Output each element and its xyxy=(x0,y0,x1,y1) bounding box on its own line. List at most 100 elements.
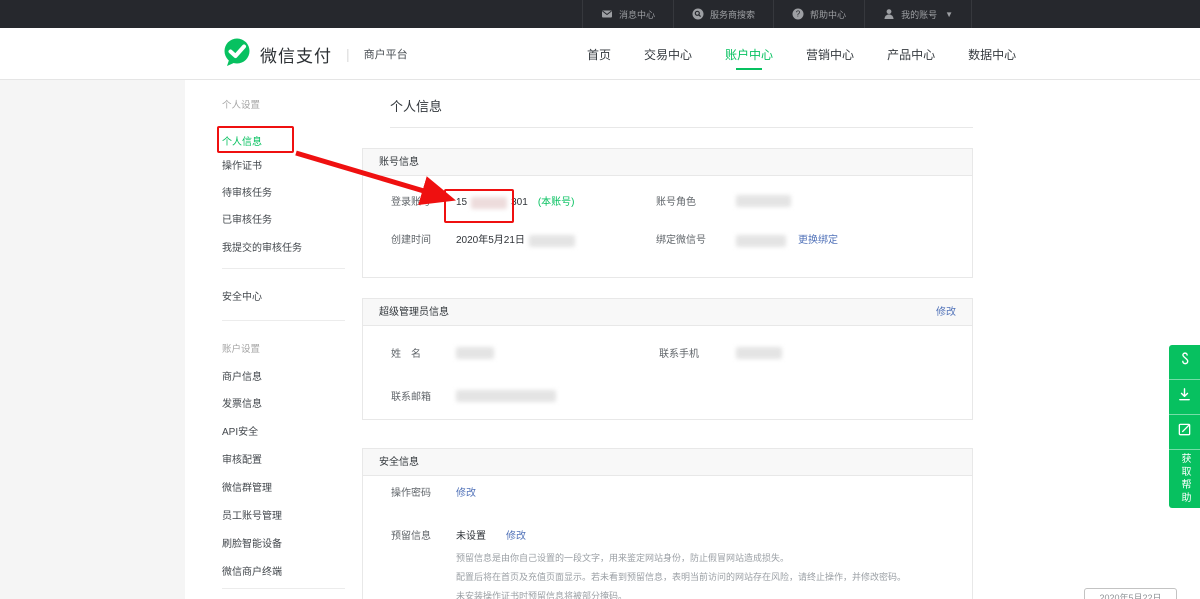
account-info-header: 账号信息 xyxy=(363,149,972,176)
security-row-1: 操作密码 修改 xyxy=(363,486,972,502)
sidebar-item-invoice-info[interactable]: 发票信息 xyxy=(222,395,262,410)
topbar-item-help-center[interactable]: ? 帮助中心 xyxy=(773,0,864,28)
edit-reserved-info-link[interactable]: 修改 xyxy=(506,529,526,545)
security-row-2: 预留信息 未设置 修改 xyxy=(363,529,972,545)
redacted-email xyxy=(456,390,556,402)
contact-phone-value xyxy=(736,347,782,359)
sidebar-divider xyxy=(222,320,345,321)
admin-row-2: 联系邮箱 xyxy=(363,390,972,406)
account-role-label: 账号角色 xyxy=(656,195,696,211)
account-role-value xyxy=(736,195,791,207)
date-badge: 2020年5月22日 xyxy=(1084,588,1177,599)
sidebar-item-review-config[interactable]: 审核配置 xyxy=(222,451,262,466)
sidebar-item-wechat-merchant-terminal[interactable]: 微信商户终端 xyxy=(222,563,282,578)
topbar-item-messages[interactable]: 消息中心 xyxy=(582,0,673,28)
sidebar: 个人设置 个人信息 操作证书 待审核任务 已审核任务 我提交的审核任务 安全中心… xyxy=(185,80,345,599)
login-account-value: 15301 (本账号) xyxy=(456,195,574,211)
super-admin-title: 超级管理员信息 xyxy=(379,307,449,318)
logo-subtitle: 商户平台 xyxy=(364,46,408,62)
super-admin-section: 超级管理员信息 修改 姓 名 联系手机 联系邮箱 xyxy=(362,298,973,420)
sidebar-item-security-center[interactable]: 安全中心 xyxy=(222,288,262,303)
reserved-info-value: 未设置 xyxy=(456,529,486,545)
sidebar-item-pending-review-tasks[interactable]: 待审核任务 xyxy=(222,184,272,199)
help-icon: ? xyxy=(792,8,804,20)
account-row-1: 登录账号 15301 (本账号) 账号角色 xyxy=(363,195,972,211)
sidebar-item-personal-info[interactable]: 个人信息 xyxy=(222,133,262,148)
logo[interactable]: 微信支付 | 商户平台 xyxy=(222,28,408,80)
sidebar-item-wechat-group-management[interactable]: 微信群管理 xyxy=(222,479,272,494)
user-icon xyxy=(883,8,895,20)
nav-item-marketing-center[interactable]: 营销中心 xyxy=(806,28,854,80)
sidebar-divider xyxy=(222,268,345,269)
svg-text:?: ? xyxy=(796,10,801,19)
admin-row-1: 姓 名 联系手机 xyxy=(363,347,972,363)
contact-service-button[interactable] xyxy=(1169,345,1200,380)
topbar: 消息中心 服务商搜索 ? 帮助中心 我的账号 ▼ xyxy=(0,0,1200,28)
created-date: 2020年5月21日 xyxy=(456,233,525,249)
redacted-role xyxy=(736,195,791,207)
operation-password-label: 操作密码 xyxy=(391,486,431,502)
header: 微信支付 | 商户平台 首页 交易中心 账户中心 营销中心 产品中心 数据中心 xyxy=(0,28,1200,80)
edit-password-link[interactable]: 修改 xyxy=(456,486,476,502)
security-info-section: 安全信息 操作密码 修改 预留信息 未设置 修改 预留信息是由你自己设置的一段文… xyxy=(362,448,973,599)
contact-email-value xyxy=(456,390,556,402)
primary-nav: 首页 交易中心 账户中心 营销中心 产品中心 数据中心 xyxy=(587,28,1016,80)
nav-item-home[interactable]: 首页 xyxy=(587,28,611,80)
sidebar-item-face-payment-devices[interactable]: 刷脸智能设备 xyxy=(222,535,282,550)
nav-item-data-center[interactable]: 数据中心 xyxy=(968,28,1016,80)
nav-item-product-center[interactable]: 产品中心 xyxy=(887,28,935,80)
get-help-button[interactable]: 获取帮助 xyxy=(1169,450,1200,508)
sidebar-group-personal-settings: 个人设置 xyxy=(222,97,260,111)
sidebar-item-reviewed-tasks[interactable]: 已审核任务 xyxy=(222,211,272,226)
topbar-item-label: 服务商搜索 xyxy=(710,8,755,21)
sidebar-group-account-settings: 账户设置 xyxy=(222,341,260,355)
sidebar-item-merchant-info[interactable]: 商户信息 xyxy=(222,368,262,383)
account-row-2: 创建时间 2020年5月21日 绑定微信号 更换绑定 xyxy=(363,233,972,249)
title-divider xyxy=(390,127,973,128)
floating-help-widget: 获取帮助 xyxy=(1169,345,1200,508)
change-binding-link[interactable]: 更换绑定 xyxy=(798,233,838,249)
name-value xyxy=(456,347,494,359)
edit-icon xyxy=(1177,422,1192,442)
redacted-phone xyxy=(736,347,782,359)
account-info-section: 账号信息 登录账号 15301 (本账号) 账号角色 创建时间 2020年5月2… xyxy=(362,148,973,278)
download-button[interactable] xyxy=(1169,380,1200,415)
created-time-value: 2020年5月21日 xyxy=(456,233,575,249)
topbar-item-label: 消息中心 xyxy=(619,8,655,21)
redacted-login-middle xyxy=(471,197,507,209)
chevron-down-icon: ▼ xyxy=(945,10,953,19)
redacted-created-time xyxy=(529,235,575,247)
contact-email-label: 联系邮箱 xyxy=(391,390,431,406)
sidebar-divider xyxy=(222,588,345,589)
sidebar-item-api-security[interactable]: API安全 xyxy=(222,423,258,438)
nav-item-account-center[interactable]: 账户中心 xyxy=(725,28,773,80)
created-time-label: 创建时间 xyxy=(391,233,431,249)
merchant-platform-page: 消息中心 服务商搜索 ? 帮助中心 我的账号 ▼ xyxy=(0,0,1200,599)
sidebar-item-operation-certificate[interactable]: 操作证书 xyxy=(222,157,262,172)
topbar-item-label: 我的账号 xyxy=(901,8,937,21)
download-icon xyxy=(1177,387,1192,407)
reserved-info-label: 预留信息 xyxy=(391,529,431,545)
contact-phone-label: 联系手机 xyxy=(659,347,699,363)
left-gray-strip xyxy=(0,80,185,599)
topbar-item-provider-search[interactable]: 服务商搜索 xyxy=(673,0,773,28)
login-account-prefix: 15 xyxy=(456,195,467,211)
name-label: 姓 名 xyxy=(391,347,421,363)
topbar-items: 消息中心 服务商搜索 ? 帮助中心 我的账号 ▼ xyxy=(582,0,972,28)
page-title: 个人信息 xyxy=(390,96,442,115)
search-icon xyxy=(692,8,704,20)
redacted-name xyxy=(456,347,494,359)
contact-service-icon xyxy=(1177,352,1192,372)
feedback-button[interactable] xyxy=(1169,415,1200,450)
login-account-label: 登录账号 xyxy=(391,195,431,211)
sidebar-item-staff-account-management[interactable]: 员工账号管理 xyxy=(222,507,282,522)
sidebar-item-my-submitted-tasks[interactable]: 我提交的审核任务 xyxy=(222,239,302,254)
topbar-item-my-account[interactable]: 我的账号 ▼ xyxy=(864,0,972,28)
own-account-tag: (本账号) xyxy=(538,195,575,211)
bound-wechat-label: 绑定微信号 xyxy=(656,233,706,249)
edit-admin-link[interactable]: 修改 xyxy=(936,299,956,326)
nav-item-transaction-center[interactable]: 交易中心 xyxy=(644,28,692,80)
reserved-info-desc-1: 预留信息是由你自己设置的一段文字，用来鉴定网站身份，防止假冒网站造成损失。 xyxy=(456,549,789,568)
reserved-info-desc-3: 未安装操作证书时预留信息将被部分掩码。 xyxy=(456,587,627,599)
reserved-info-desc-2: 配置后将在首页及充值页面显示。若未看到预留信息，表明当前访问的网站存在风险，请终… xyxy=(456,568,906,587)
